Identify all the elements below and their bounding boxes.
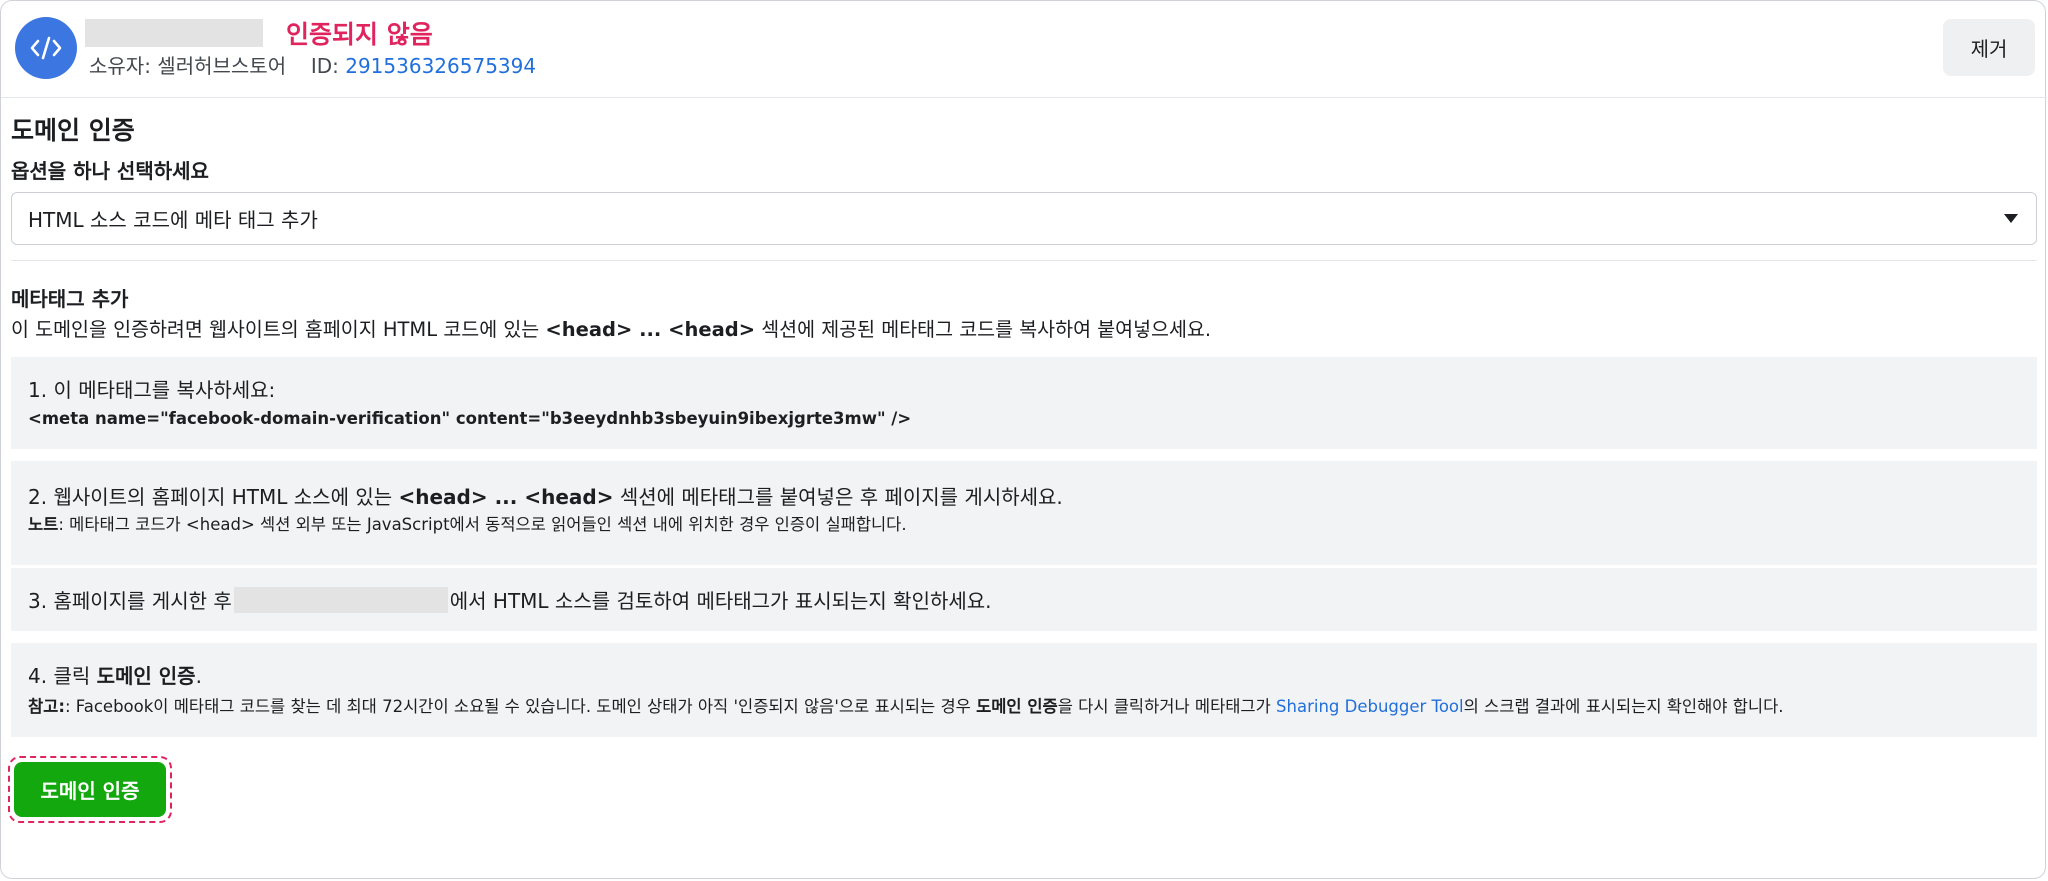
sharing-debugger-link[interactable]: Sharing Debugger Tool [1276, 697, 1464, 716]
status-badge: 인증되지 않음 [286, 20, 433, 49]
verification-method-select[interactable]: HTML 소스 코드에 메타 태그 추가 [11, 192, 2037, 245]
verify-domain-button[interactable]: 도메인 인증 [14, 762, 166, 817]
step-4-a: 4. 클릭 [28, 664, 97, 688]
step-4-c: . [195, 664, 202, 688]
step-2-note-label: 노트 [28, 515, 59, 534]
step-2-note-text: : 메타태그 코드가 <head> 섹션 외부 또는 JavaScript에서 … [58, 515, 907, 534]
meta-tag-code[interactable]: <meta name="facebook-domain-verification… [28, 409, 911, 428]
meta-tag-intro: 이 도메인을 인증하려면 웹사이트의 홈페이지 HTML 코드에 있는 <hea… [11, 313, 1211, 342]
step-4-note-b: 도메인 인증 [976, 697, 1058, 716]
step-4: 4. 클릭 도메인 인증. 참고:: Facebook이 메타태그 코드를 찾는… [11, 643, 2037, 737]
step-2: 2. 웹사이트의 홈페이지 HTML 소스에 있는 <head> ... <he… [11, 461, 2037, 565]
domain-header: 인증되지 않음 소유자: 셀러허브스토어 ID: 291536326575394… [1, 1, 2047, 98]
caret-down-icon [2004, 214, 2018, 223]
step-2-note: 노트: 메타태그 코드가 <head> 섹션 외부 또는 JavaScript에… [28, 511, 907, 535]
step-2-text: 2. 웹사이트의 홈페이지 HTML 소스에 있는 <head> ... <he… [28, 481, 1063, 510]
step-4-text: 4. 클릭 도메인 인증. [28, 660, 202, 689]
code-icon [15, 17, 77, 79]
step-2-a: 2. 웹사이트의 홈페이지 HTML 소스에 있는 [28, 485, 399, 509]
step-1: 1. 이 메타태그를 복사하세요: <meta name="facebook-d… [11, 357, 2037, 449]
select-label: 옵션을 하나 선택하세요 [11, 159, 209, 183]
verify-button-focus-ring: 도메인 인증 [8, 756, 172, 823]
step-3-a: 3. 홈페이지를 게시한 후 [28, 589, 232, 613]
domain-name-redacted [85, 19, 263, 47]
step-4-note-d: 의 스크랩 결과에 표시되는지 확인해야 합니다. [1463, 697, 1784, 716]
step-2-c: 섹션에 메타태그를 붙여넣은 후 페이지를 게시하세요. [613, 485, 1063, 509]
section-title: 도메인 인증 [11, 116, 135, 145]
intro-head-tag: <head> ... <head> [545, 318, 756, 341]
owner-text: 소유자: 셀러허브스토어 [89, 54, 287, 78]
step-4-b: 도메인 인증 [96, 664, 196, 688]
step-2-head-tag: <head> ... <head> [398, 485, 614, 509]
url-redacted [233, 586, 448, 613]
step-4-note: 참고:: Facebook이 메타태그 코드를 찾는 데 최대 72시간이 소요… [28, 693, 1784, 717]
step-4-note-c: 을 다시 클릭하거나 메타태그가 [1057, 697, 1277, 716]
step-3-b: 에서 HTML 소스를 검토하여 메타태그가 표시되는지 확인하세요. [449, 589, 992, 613]
intro-text-c: 섹션에 제공된 메타태그 코드를 복사하여 붙여넣으세요. [755, 318, 1212, 341]
select-value: HTML 소스 코드에 메타 태그 추가 [28, 208, 318, 232]
meta-tag-title: 메타태그 추가 [11, 287, 129, 311]
id-value: 291536326575394 [345, 54, 537, 78]
step-4-note-a: : Facebook이 메타태그 코드를 찾는 데 최대 72시간이 소요될 수… [64, 697, 977, 716]
divider [11, 260, 2037, 261]
domain-card: 인증되지 않음 소유자: 셀러허브스토어 ID: 291536326575394… [0, 0, 2047, 879]
step-1-text: 1. 이 메타태그를 복사하세요: [28, 378, 276, 402]
id-label: ID: [310, 54, 346, 78]
intro-text-a: 이 도메인을 인증하려면 웹사이트의 홈페이지 HTML 코드에 있는 [11, 318, 546, 341]
remove-button[interactable]: 제거 [1943, 19, 2035, 76]
step-4-note-label: 참고: [28, 697, 65, 716]
step-3-text: 3. 홈페이지를 게시한 후 에서 HTML 소스를 검토하여 메타태그가 표시… [28, 585, 992, 614]
owner-info: 소유자: 셀러허브스토어 ID: 291536326575394 [89, 50, 536, 79]
step-3: 3. 홈페이지를 게시한 후 에서 HTML 소스를 검토하여 메타태그가 표시… [11, 568, 2037, 631]
